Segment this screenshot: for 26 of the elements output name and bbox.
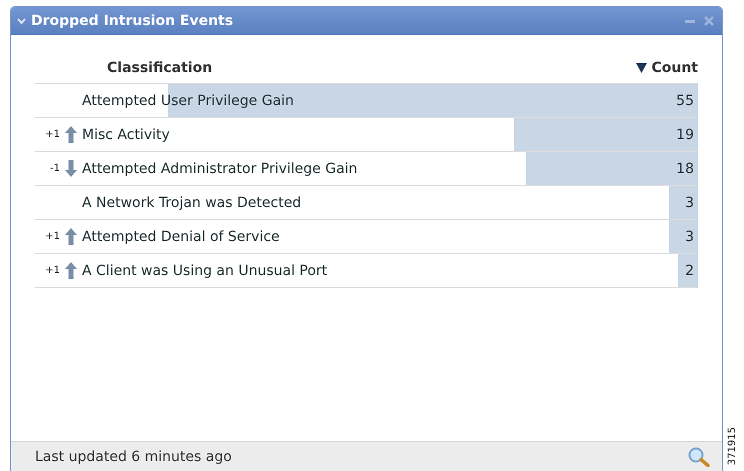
count-cell-text: 55 [676,92,695,108]
classification-cell: A Network Trojan was Detected [82,194,302,210]
sort-down-icon [636,63,648,73]
change-label: +1 [44,129,61,140]
classification-cell: Attempted User Privilege Gain [82,92,294,108]
classification-cell: A Client was Using an Unusual Port [82,262,328,278]
close-icon[interactable] [704,16,714,26]
count-cell-text: 3 [685,194,695,210]
chevron-down-icon[interactable] [17,18,26,24]
change-label: +1 [44,231,61,242]
search-icon[interactable] [688,446,710,466]
classification-cell: Attempted Denial of Service [82,228,280,244]
classification-cell: Attempted Administrator Privilege Gain [82,160,358,176]
change-label: +1 [44,265,61,276]
column-header[interactable]: Classification [107,60,212,76]
count-cell-text: 19 [676,126,695,142]
minimize-icon[interactable] [685,20,695,22]
change-label: -1 [49,163,61,174]
column-header[interactable]: Count [636,60,698,76]
classification-cell: Misc Activity [82,126,170,142]
count-cell-text: 3 [685,228,695,244]
widget-title: Dropped Intrusion Events [31,13,234,29]
figure-number: 371915 [727,426,739,465]
status-text: Last updated 6 minutes ago [35,448,233,464]
count-cell-text: 18 [676,160,695,176]
count-cell-text: 2 [685,262,695,278]
